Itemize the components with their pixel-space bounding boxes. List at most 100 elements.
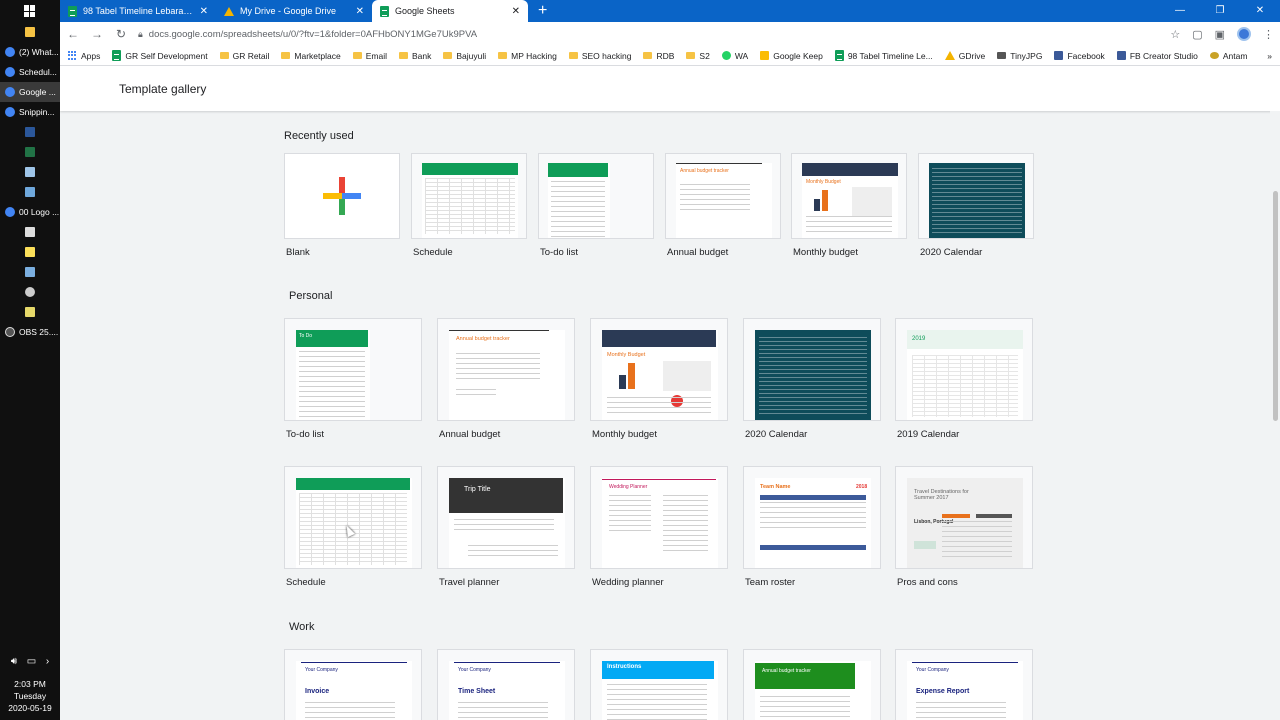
scrollbar-thumb[interactable] [1273, 191, 1278, 421]
speaker-icon[interactable]: 🔊︎ [11, 656, 17, 668]
template-blank[interactable]: Blank [284, 153, 400, 258]
bookmark-item[interactable]: GDrive [944, 51, 985, 61]
tab-timeline[interactable]: 98 Tabel Timeline Lebaran 2020 - ✕ [60, 0, 216, 22]
template-todo[interactable]: To Do To-do list [284, 318, 422, 440]
taskbar-app-snipping[interactable]: Snippin... [0, 102, 60, 122]
bookmark-item[interactable]: TinyJPG [997, 51, 1042, 61]
close-icon[interactable]: ✕ [512, 6, 520, 17]
template-thumbnail[interactable] [411, 153, 527, 239]
template-time-sheet[interactable]: Your Company Time Sheet [437, 649, 575, 720]
template-thumbnail[interactable]: Monthly Budget [590, 318, 728, 421]
menu-icon[interactable]: ⋮ [1263, 28, 1274, 41]
template-2020-calendar[interactable]: 2020 Calendar [743, 318, 881, 440]
taskbar-app-logo[interactable]: 00 Logo ... [0, 202, 60, 222]
bookmark-item[interactable]: Apps [68, 51, 100, 61]
more-bookmarks-icon[interactable]: » [1267, 51, 1272, 61]
taskbar-notes[interactable] [0, 162, 60, 182]
restore-icon[interactable]: ❐ [1200, 0, 1240, 22]
network-icon[interactable]: ▭ [27, 656, 36, 668]
close-icon[interactable]: ✕ [200, 6, 208, 17]
template-monthly-budget[interactable]: Monthly Budget Monthly budget [590, 318, 728, 440]
start-button[interactable] [0, 0, 60, 22]
minimize-icon[interactable]: — [1160, 0, 1200, 22]
bookmark-item[interactable]: FB Creator Studio [1116, 51, 1198, 61]
template-thumbnail[interactable]: Team Name 2018 [743, 466, 881, 569]
taskbar-app-obs[interactable]: OBS 25.... [0, 322, 60, 342]
template-thumbnail[interactable]: Instructions [590, 649, 728, 720]
template-thumbnail[interactable] [284, 466, 422, 569]
cast-icon[interactable]: ▢ [1192, 28, 1202, 41]
bookmark-item[interactable]: RDB [643, 51, 674, 61]
template-2019-calendar[interactable]: 2019 2019 Calendar [895, 318, 1033, 440]
taskbar-notepad[interactable] [0, 302, 60, 322]
tab-drive[interactable]: My Drive - Google Drive ✕ [216, 0, 372, 22]
taskbar-excel[interactable] [0, 142, 60, 162]
template-pros-and-cons[interactable]: Travel Destinations for Summer 2017 Lisb… [895, 466, 1033, 588]
bookmark-item[interactable]: S2 [686, 51, 710, 61]
bookmark-item[interactable]: Bajuyuli [443, 51, 486, 61]
taskbar-sticky[interactable] [0, 242, 60, 262]
url-bar[interactable]: 🔒︎ docs.google.com/spreadsheets/u/0/?ftv… [138, 29, 1160, 40]
bookmark-item[interactable]: GR Self Development [112, 50, 208, 61]
back-icon[interactable]: ← [66, 27, 80, 41]
template-instructions[interactable]: Instructions [590, 649, 728, 720]
template-thumbnail[interactable]: Annual budget tracker [665, 153, 781, 239]
template-thumbnail[interactable]: Annual budget tracker [743, 649, 881, 720]
taskbar-calculator[interactable] [0, 222, 60, 242]
page-scrollbar[interactable] [1270, 111, 1280, 720]
taskbar-app-whatsapp[interactable]: (2) What... [0, 42, 60, 62]
close-window-icon[interactable]: ✕ [1240, 0, 1280, 22]
template-thumbnail[interactable] [918, 153, 1034, 239]
bookmark-item[interactable]: Email [352, 51, 387, 61]
avatar[interactable] [1237, 27, 1251, 41]
taskbar-word[interactable] [0, 122, 60, 142]
bookmark-item[interactable]: MP Hacking [498, 51, 557, 61]
template-thumbnail[interactable]: Monthly Budget [791, 153, 907, 239]
new-tab-button[interactable]: + [528, 0, 557, 22]
template-monthly-budget-recent[interactable]: Monthly Budget Monthly budget [791, 153, 907, 258]
bookmark-item[interactable]: Facebook [1054, 51, 1105, 61]
template-thumbnail[interactable]: Travel Destinations for Summer 2017 Lisb… [895, 466, 1033, 569]
template-thumbnail[interactable]: Annual budget tracker [437, 318, 575, 421]
taskbar-monitor[interactable] [0, 262, 60, 282]
bookmark-item[interactable]: Google Keep [760, 51, 823, 61]
template-annual-budget-tracker[interactable]: Annual budget tracker [743, 649, 881, 720]
template-annual-budget-recent[interactable]: Annual budget tracker Annual budget [665, 153, 781, 258]
template-thumbnail[interactable] [743, 318, 881, 421]
forward-icon[interactable]: → [90, 27, 104, 41]
extension-icon[interactable]: ▣ [1215, 28, 1225, 41]
template-thumbnail[interactable]: To Do [284, 318, 422, 421]
taskbar-clock[interactable] [0, 282, 60, 302]
star-icon[interactable]: ☆ [1170, 28, 1180, 41]
close-icon[interactable]: ✕ [356, 6, 364, 17]
taskbar-app-google[interactable]: Google ... [0, 82, 60, 102]
template-thumbnail[interactable]: Your Company Time Sheet [437, 649, 575, 720]
bookmark-item[interactable]: WA [721, 51, 748, 61]
bookmark-item[interactable]: GR Retail [219, 51, 269, 61]
template-thumbnail[interactable]: Trip Title [437, 466, 575, 569]
template-wedding-planner[interactable]: Wedding Planner Wedding planner [590, 466, 728, 588]
template-schedule-recent[interactable]: Schedule [411, 153, 527, 258]
bookmark-item[interactable]: 98 Tabel Timeline Le... [834, 50, 933, 61]
tab-google-sheets[interactable]: Google Sheets ✕ [372, 0, 528, 22]
template-thumbnail[interactable] [284, 153, 400, 239]
template-team-roster[interactable]: Team Name 2018 Team roster [743, 466, 881, 588]
template-invoice[interactable]: Your Company Invoice [284, 649, 422, 720]
template-annual-budget[interactable]: Annual budget tracker Annual budget [437, 318, 575, 440]
clock-time[interactable]: 2:03 PM [0, 678, 60, 690]
template-2020-calendar-recent[interactable]: 2020 Calendar [918, 153, 1034, 258]
bookmark-item[interactable]: Bank [399, 51, 431, 61]
taskbar-file-explorer[interactable] [0, 22, 60, 42]
template-expense-report[interactable]: Your Company Expense Report [895, 649, 1033, 720]
taskbar-app-schedule[interactable]: Schedul... [0, 62, 60, 82]
template-todo-recent[interactable]: To-do list [538, 153, 654, 258]
reload-icon[interactable]: ↻ [114, 27, 128, 41]
taskbar-photos[interactable] [0, 182, 60, 202]
template-travel-planner[interactable]: Trip Title Travel planner [437, 466, 575, 588]
template-thumbnail[interactable]: Your Company Expense Report [895, 649, 1033, 720]
bookmark-item[interactable]: Marketplace [281, 51, 341, 61]
template-thumbnail[interactable]: 2019 [895, 318, 1033, 421]
template-thumbnail[interactable] [538, 153, 654, 239]
bookmark-item[interactable]: Antam [1209, 51, 1247, 61]
template-thumbnail[interactable]: Wedding Planner [590, 466, 728, 569]
